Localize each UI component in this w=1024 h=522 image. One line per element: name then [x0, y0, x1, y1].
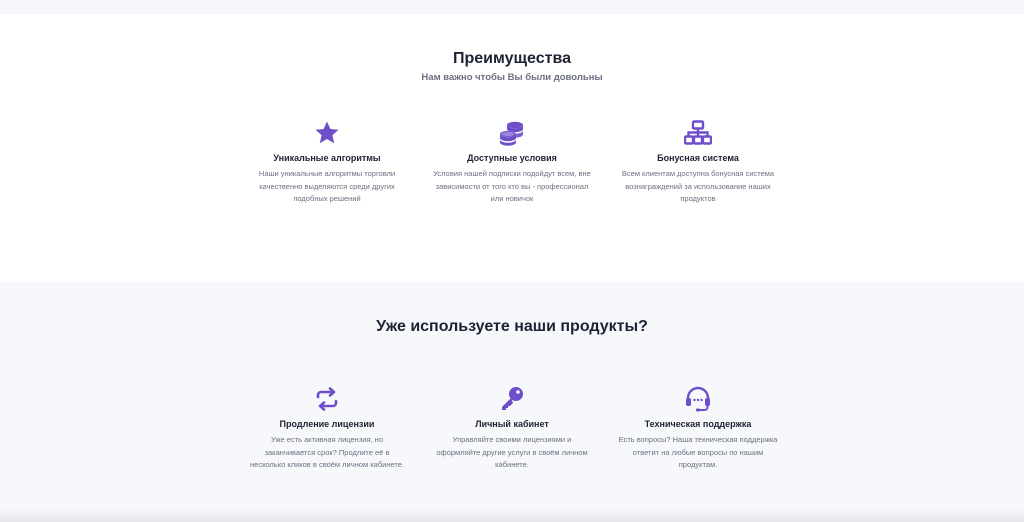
bottom-shadow — [0, 508, 1024, 522]
feature-tech-support[interactable]: Техническая поддержка Есть вопросы? Наша… — [613, 386, 783, 472]
advantages-section: Преимущества Нам важно чтобы Вы были дов… — [0, 14, 1024, 282]
advantages-subtitle: Нам важно чтобы Вы были довольны — [421, 72, 603, 83]
renew-icon — [316, 387, 338, 411]
feature-title: Уникальные алгоритмы — [273, 153, 381, 163]
feature-title: Продление лицензии — [279, 419, 375, 429]
feature-personal-account[interactable]: Личный кабинет Управляйте своими лицензи… — [427, 386, 597, 472]
feature-title: Техническая поддержка — [644, 419, 752, 429]
feature-title: Бонусная система — [657, 153, 739, 163]
feature-bonus-system: Бонусная система Всем клиентам доступна … — [613, 120, 783, 206]
feature-affordable-terms: Доступные условия Условия нашей подписки… — [427, 120, 597, 206]
advantages-title: Преимущества — [453, 50, 571, 67]
products-title: Уже используете наши продукты? — [376, 318, 648, 335]
key-icon — [502, 387, 523, 410]
feature-description: Есть вопросы? Наша техническая поддержка… — [618, 435, 778, 469]
feature-description: Уже есть активная лицензия, но заканчива… — [250, 435, 404, 469]
products-section: Уже используете наши продукты? Продление… — [0, 282, 1024, 522]
feature-description: Условия нашей подписки подойдут всем, вн… — [433, 169, 591, 203]
feature-unique-algorithms: Уникальные алгоритмы Наши уникальные алг… — [242, 120, 412, 206]
feature-title: Личный кабинет — [475, 419, 549, 429]
top-strip — [0, 0, 1024, 14]
feature-title: Доступные условия — [467, 153, 557, 163]
feature-description: Всем клиентам доступна бонусная система … — [621, 169, 775, 203]
star-icon — [315, 121, 339, 144]
coins-icon — [500, 121, 523, 146]
network-icon — [684, 120, 712, 145]
feature-description: Наши уникальные алгоритмы торговли качес… — [258, 169, 396, 203]
page: Преимущества Нам важно чтобы Вы были дов… — [0, 0, 1024, 522]
feature-description: Управляйте своими лицензиями и оформляйт… — [436, 435, 588, 469]
feature-license-renewal[interactable]: Продление лицензии Уже есть активная лиц… — [242, 386, 412, 472]
headset-icon — [686, 386, 710, 412]
